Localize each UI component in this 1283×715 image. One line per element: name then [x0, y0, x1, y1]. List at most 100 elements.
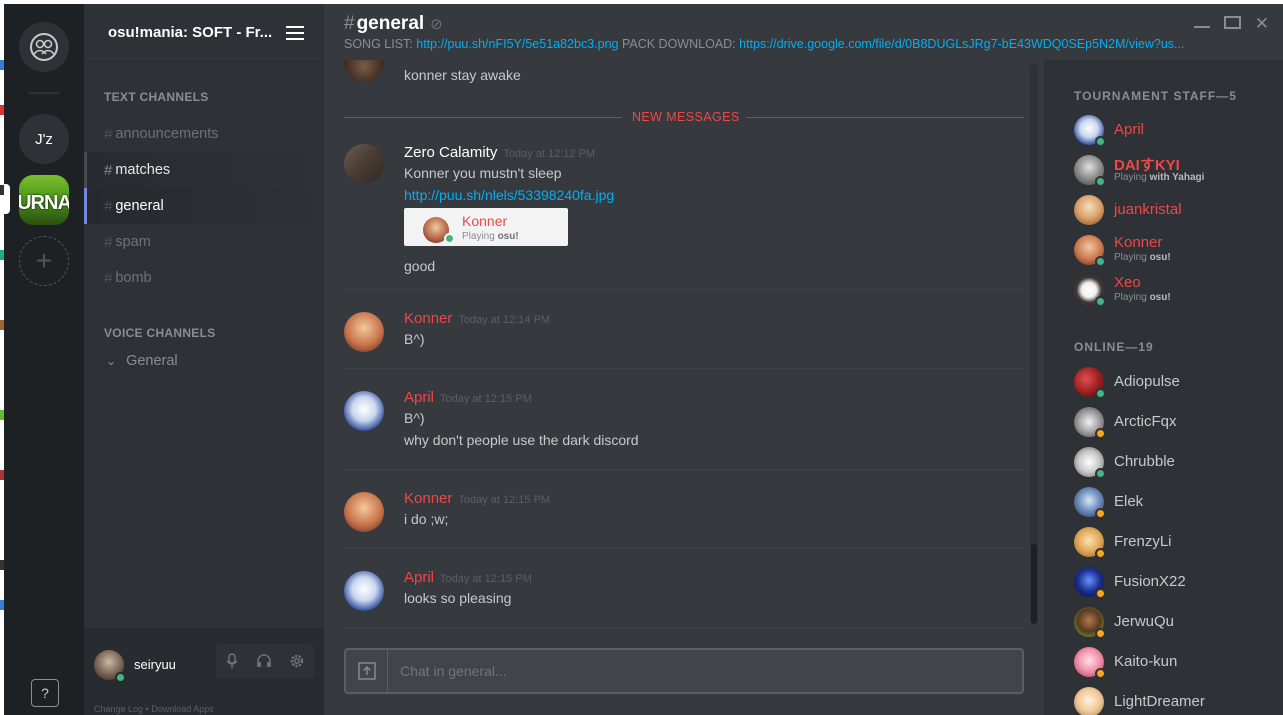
channel-announcements[interactable]: # announcements — [84, 116, 324, 152]
message-text: Konner you mustn't sleep — [404, 165, 562, 181]
member-item[interactable]: ArcticFqx — [1074, 406, 1274, 440]
channel-bomb[interactable]: # bomb — [84, 260, 324, 296]
message-author[interactable]: April — [404, 569, 434, 586]
server-tournament-label: URNA — [19, 191, 69, 214]
member-name: Konner — [1114, 234, 1163, 251]
member-list: TOURNAMENT STAFF—5 April DAIすKYI Playing… — [1044, 60, 1283, 715]
status-idle-icon — [1095, 428, 1106, 439]
channel-label: announcements — [115, 126, 219, 142]
message-divider — [344, 627, 1024, 628]
member-name: Adiopulse — [1114, 373, 1180, 390]
channel-label: general — [115, 198, 164, 214]
member-game: Playing osu! — [1114, 252, 1171, 263]
playing-prefix: Playing — [1114, 252, 1150, 263]
pack-download-link[interactable]: https://drive.google.com/file/d/0B8DUGLs… — [739, 37, 1184, 51]
server-jz[interactable]: J'z — [19, 114, 69, 164]
text-channels-category[interactable]: TEXT CHANNELS — [84, 90, 324, 104]
guild-header[interactable]: osu!mania: SOFT - Fr... — [84, 4, 324, 62]
headphones-icon[interactable] — [256, 653, 272, 669]
message-avatar[interactable] — [344, 312, 384, 352]
message-text: good — [404, 258, 436, 274]
message-avatar[interactable] — [344, 391, 384, 431]
status-online-icon — [1095, 468, 1106, 479]
chat-input[interactable] — [390, 650, 1022, 692]
status-online-icon — [1095, 256, 1106, 267]
gear-icon[interactable] — [289, 653, 305, 669]
message-author[interactable]: Konner — [404, 490, 452, 507]
window-controls: ✕ — [1193, 14, 1269, 34]
member-item[interactable]: Adiopulse — [1074, 366, 1274, 400]
voice-channels-category[interactable]: VOICE CHANNELS — [84, 326, 324, 340]
member-item[interactable]: Xeo Playing osu! — [1074, 274, 1274, 308]
message-avatar[interactable] — [344, 60, 384, 82]
member-name: April — [1114, 121, 1145, 138]
playing-game: with Yahagi — [1149, 172, 1205, 183]
server-tournament[interactable]: URNA — [19, 175, 69, 225]
status-idle-icon — [1095, 508, 1106, 519]
direct-messages-button[interactable] — [19, 22, 69, 72]
status-online-icon — [1095, 296, 1106, 307]
message-author[interactable]: Konner — [404, 310, 452, 327]
microphone-icon[interactable] — [225, 653, 239, 669]
upload-button[interactable] — [346, 650, 388, 692]
close-icon[interactable]: ✕ — [1255, 14, 1269, 34]
member-item[interactable]: April — [1074, 114, 1274, 148]
member-item[interactable]: FusionX22 — [1074, 566, 1274, 600]
message-avatar[interactable] — [344, 144, 384, 184]
member-item[interactable]: FrenzyLi — [1074, 526, 1274, 560]
message-text: konner stay awake — [404, 67, 521, 83]
message-link[interactable]: http://puu.sh/nlels/53398240fa.jpg — [404, 187, 614, 203]
notification-bell-icon[interactable]: ⊘ — [430, 16, 443, 33]
new-messages-divider: NEW MESSAGES — [344, 110, 1024, 126]
help-button[interactable]: ? — [31, 679, 59, 707]
song-list-link[interactable]: http://puu.sh/nFI5Y/5e51a82bc3.png — [416, 37, 618, 51]
maximize-icon[interactable] — [1223, 16, 1241, 29]
member-item[interactable]: Elek — [1074, 486, 1274, 520]
channel-label: bomb — [115, 270, 152, 286]
scrollbar-track[interactable] — [1030, 64, 1038, 624]
voice-channel-general[interactable]: ⌄ General — [84, 346, 324, 376]
member-item[interactable]: JerwuQu — [1074, 606, 1274, 640]
channel-spam[interactable]: # spam — [84, 224, 324, 260]
minimize-icon[interactable] — [1193, 26, 1210, 28]
member-item[interactable]: Kaito-kun — [1074, 646, 1274, 680]
status-idle-icon — [1095, 548, 1106, 559]
member-item[interactable]: DAIすKYI Playing with Yahagi — [1074, 154, 1274, 188]
message-timestamp: Today at 12:15 PM — [458, 494, 551, 506]
message-avatar[interactable] — [344, 571, 384, 611]
status-online-icon — [1095, 388, 1106, 399]
message-author[interactable]: April — [404, 389, 434, 406]
playing-prefix: Playing — [1114, 172, 1150, 183]
message-text: B^) — [404, 410, 425, 426]
message-divider — [344, 289, 1024, 290]
member-item[interactable]: Konner Playing osu! — [1074, 234, 1274, 268]
member-item[interactable]: juankristal — [1074, 194, 1274, 228]
message-avatar[interactable] — [344, 492, 384, 532]
user-embed-card[interactable]: Konner Playing osu! — [404, 208, 568, 246]
member-item[interactable]: Chrubble — [1074, 446, 1274, 480]
member-name: LightDreamer — [1114, 693, 1205, 710]
status-idle-icon — [1095, 588, 1106, 599]
scrollbar-thumb[interactable] — [1031, 544, 1037, 624]
channel-label: spam — [115, 234, 151, 250]
message-text: why don't people use the dark discord — [404, 432, 639, 448]
member-item[interactable]: LightDreamer — [1074, 686, 1274, 715]
topic-mid: PACK DOWNLOAD: — [618, 37, 740, 51]
upload-icon — [357, 662, 376, 680]
embed-username: Konner — [462, 213, 508, 229]
add-server-button[interactable]: + — [19, 236, 69, 286]
message-author[interactable]: Zero Calamity — [404, 144, 497, 161]
member-name: FusionX22 — [1114, 573, 1186, 590]
new-messages-label: NEW MESSAGES — [632, 110, 740, 124]
message-timestamp: Today at 12:15 PM — [440, 393, 532, 405]
status-online-icon — [1095, 176, 1106, 187]
member-name: FrenzyLi — [1114, 533, 1172, 550]
status-online-icon — [1095, 136, 1106, 147]
channel-general[interactable]: # general — [84, 188, 324, 224]
footer-links[interactable]: Change Log • Download Apps — [94, 704, 214, 714]
message-text: B^) — [404, 331, 425, 347]
selected-server-indicator — [4, 184, 10, 214]
menu-icon[interactable] — [286, 25, 304, 40]
hash-icon: # — [104, 233, 113, 251]
channel-matches[interactable]: # matches — [84, 152, 324, 188]
